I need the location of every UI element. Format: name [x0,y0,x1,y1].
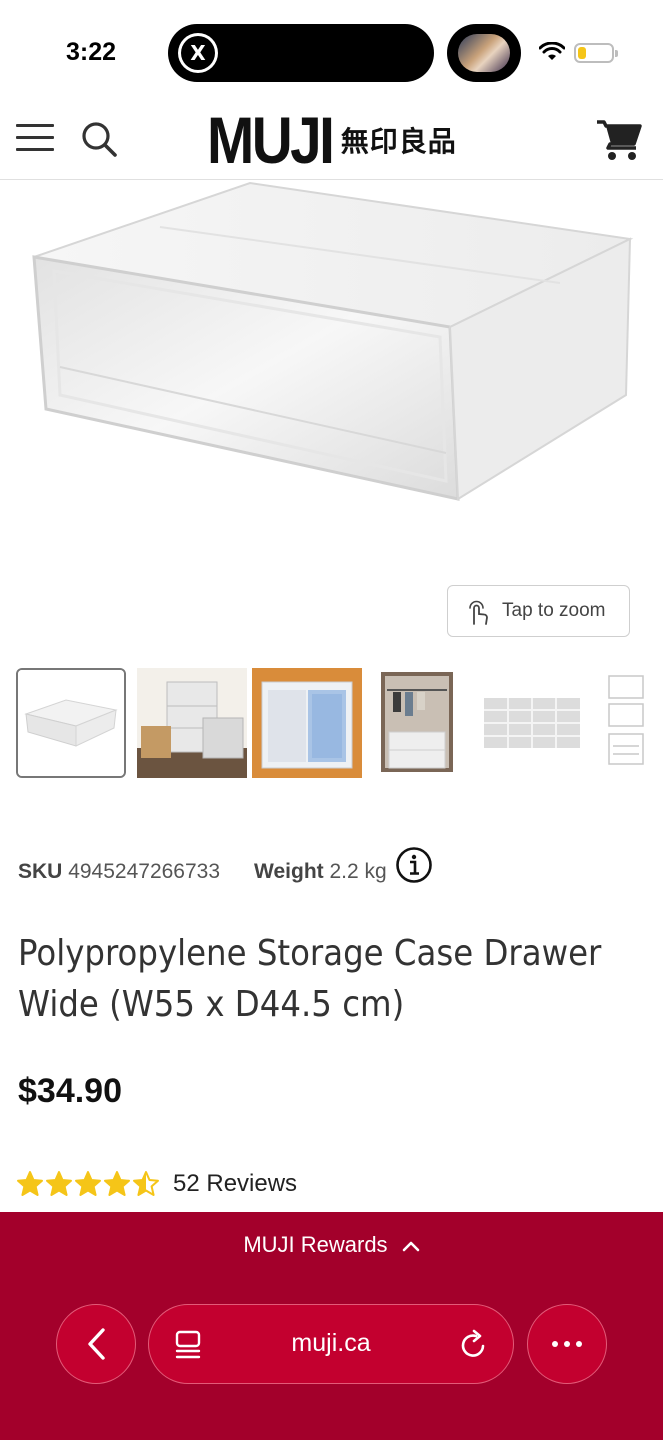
weight-value: 2.2 kg [329,860,387,883]
menu-icon[interactable] [16,124,54,156]
site-header: MUJI 無印良品 [0,100,663,180]
chevron-left-icon [88,1328,105,1360]
thumbnail-4[interactable] [367,668,477,778]
browser-bottom-bar: MUJI Rewards muji.ca [0,1212,663,1440]
thumbnail-5[interactable] [482,668,592,778]
thumbnail-1[interactable] [16,668,126,778]
now-playing-thumbnail [458,34,510,72]
thumbnail-strip [16,668,663,778]
thumbnail-6[interactable] [597,668,663,778]
product-image[interactable] [0,181,663,651]
rewards-label: MUJI Rewards [243,1232,388,1257]
product-title: Polypropylene Storage Case Drawer Wide (… [18,928,639,1030]
battery-level [578,47,586,59]
status-time: 3:22 [66,38,117,66]
logo-jp-text: 無印良品 [340,125,457,158]
more-options-icon[interactable] [527,1304,607,1384]
reviews-link[interactable]: 52 Reviews [173,1170,297,1198]
star-icon [104,1171,130,1196]
reload-icon[interactable] [459,1329,489,1361]
now-playing-island[interactable] [447,24,521,82]
back-button[interactable] [56,1304,136,1384]
thumbnail-2[interactable] [137,668,247,778]
muji-logo[interactable]: MUJI 無印良品 [207,104,457,176]
tap-to-zoom-button[interactable]: Tap to zoom [447,585,630,637]
logo-text: MUJI [207,103,335,177]
battery-icon [574,43,618,63]
info-icon[interactable] [395,846,433,884]
star-icon [17,1171,43,1196]
product-meta: SKU 4945247266733 Weight 2.2 kg [18,847,433,884]
star-icon [46,1171,72,1196]
product-title-line-1: Polypropylene Storage Case Drawer [18,933,602,974]
status-bar: 3:22 X [0,0,663,100]
star-icon [133,1171,159,1196]
thumbnail-3[interactable] [252,668,362,778]
product-title-line-2: Wide (W55 x D44.5 cm) [18,984,405,1025]
muji-rewards-toggle[interactable]: MUJI Rewards [0,1232,663,1258]
x-app-icon: X [178,33,218,73]
zoom-label: Tap to zoom [502,600,606,621]
tap-hand-icon [469,600,488,625]
cart-icon[interactable] [596,118,642,162]
rating-stars [16,1170,161,1198]
weight-label: Weight [254,860,324,883]
chevron-up-icon [402,1241,419,1252]
storage-drawer-image [32,181,634,501]
wifi-icon [539,42,565,60]
address-bar[interactable]: muji.ca [148,1304,514,1384]
product-price: $34.90 [18,1072,122,1110]
search-icon[interactable] [80,120,118,158]
dynamic-island[interactable]: X [168,24,434,82]
star-icon [75,1171,101,1196]
x-app-glyph: X [181,36,215,70]
sku-value: 4945247266733 [68,860,221,883]
sku-label: SKU [18,860,63,883]
product-rating[interactable]: 52 Reviews [16,1170,297,1198]
